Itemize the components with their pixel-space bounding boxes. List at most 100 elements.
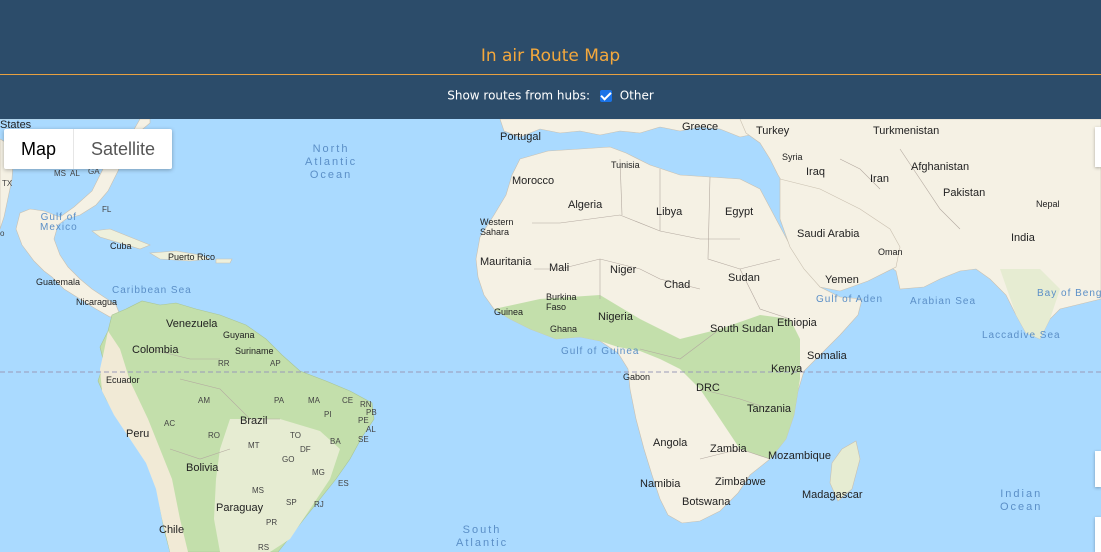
hub-other-label[interactable]: Other [620,89,654,103]
label-venezuela: Venezuela [166,318,218,330]
label-indian-ocean: Indian Ocean [1000,488,1043,513]
label-ro: RO [208,431,220,440]
label-laccadive-sea: Laccadive Sea [982,330,1061,341]
label-df: DF [300,445,311,454]
label-al2: AL [366,425,376,434]
label-ghana: Ghana [550,324,578,334]
label-guinea: Guinea [494,307,524,317]
label-ac: AC [164,419,176,428]
label-botswana: Botswana [682,496,731,508]
label-nicaragua: Nicaragua [76,297,118,307]
label-ma: MA [308,396,320,405]
label-gulf-guinea: Gulf of Guinea [561,346,640,357]
label-rs: RS [258,543,270,552]
label-rr: RR [218,359,230,368]
label-pe: PE [358,416,369,425]
header-bar: In air Route Map Show routes from hubs: … [0,0,1101,119]
label-guatemala: Guatemala [36,277,81,287]
label-guyana: Guyana [223,330,255,340]
label-es: ES [338,479,349,488]
label-sp: SP [286,498,297,507]
label-libya: Libya [656,206,683,218]
label-ap: AP [270,359,281,368]
label-caribbean-sea: Caribbean Sea [112,285,192,296]
route-map[interactable]: States TX MS AL GA FL Gulf of Mexico o C… [0,119,1101,552]
hub-other-checkbox[interactable] [599,89,612,102]
label-yemen: Yemen [825,274,859,286]
label-portugal: Portugal [500,131,541,143]
label-greece: Greece [682,121,719,133]
label-al: AL [70,169,80,178]
label-iraq: Iraq [806,166,825,178]
land-brazil-south [214,419,340,552]
label-pi: PI [324,410,332,419]
header-divider [0,74,1101,75]
label-nepal: Nepal [1036,199,1060,209]
hub-filter: Show routes from hubs: Other [0,88,1101,103]
label-morocco: Morocco [512,175,555,187]
label-egypt: Egypt [725,206,754,218]
label-go: GO [282,455,295,464]
label-pr: PR [266,518,278,527]
label-brazil: Brazil [240,415,268,427]
label-sudan: Sudan [728,272,760,284]
pegman-control[interactable] [1095,451,1101,487]
label-mg: MG [312,468,325,477]
label-am: AM [198,396,210,405]
label-rj: RJ [314,500,324,509]
label-arabian-sea: Arabian Sea [910,296,977,307]
label-ce: CE [342,396,354,405]
label-algeria: Algeria [568,199,603,211]
map-button[interactable]: Map [4,129,75,169]
label-pakistan: Pakistan [943,187,986,199]
label-turkmenistan: Turkmenistan [873,125,940,137]
label-oman: Oman [878,247,903,257]
label-chile: Chile [159,524,185,536]
label-syria: Syria [782,152,803,162]
label-ms2: MS [252,486,264,495]
label-turkey: Turkey [756,125,790,137]
label-niger: Niger [610,264,637,276]
label-paraguay: Paraguay [216,502,264,514]
label-tx: TX [2,179,13,188]
fullscreen-control[interactable] [1095,127,1101,167]
label-afghanistan: Afghanistan [911,161,970,173]
label-somalia: Somalia [807,350,847,362]
label-peru: Peru [126,428,150,440]
label-angola: Angola [653,437,688,449]
label-namibia: Namibia [640,478,681,490]
satellite-button[interactable]: Satellite [74,129,172,169]
label-mauritania: Mauritania [480,256,532,268]
label-nigeria: Nigeria [598,311,633,323]
label-colombia: Colombia [132,344,179,356]
label-puerto-rico: Puerto Rico [168,252,216,262]
label-iran: Iran [870,173,889,185]
label-kenya: Kenya [771,363,803,375]
label-fl: FL [102,205,112,214]
label-ba: BA [330,437,341,446]
label-ecuador: Ecuador [106,375,140,385]
zoom-control[interactable] [1095,517,1101,552]
label-north-atlantic: North Atlantic Ocean [305,143,358,181]
label-gabon: Gabon [623,372,651,382]
label-tanzania: Tanzania [747,403,792,415]
label-gulf-aden: Gulf of Aden [816,294,884,305]
label-zambia: Zambia [710,443,747,455]
label-bay-bengal: Bay of Bengal [1037,288,1101,299]
label-bolivia: Bolivia [186,462,219,474]
label-mali: Mali [549,262,570,274]
label-mozambique: Mozambique [768,450,831,462]
label-south-atlantic: South Atlantic [456,524,509,549]
label-se: SE [358,435,369,444]
label-tunisia: Tunisia [611,160,640,170]
map-type-control: Map Satellite [4,129,173,169]
label-cuba: Cuba [110,241,132,251]
hubs-label: Show routes from hubs: [447,88,591,103]
label-chad: Chad [664,279,691,291]
label-burkina-faso: Burkina Faso [546,292,577,312]
page-title: In air Route Map [480,46,621,66]
label-zimbabwe: Zimbabwe [715,476,766,488]
label-drc: DRC [696,382,720,394]
label-ms: MS [54,169,66,178]
label-india: India [1011,232,1035,244]
